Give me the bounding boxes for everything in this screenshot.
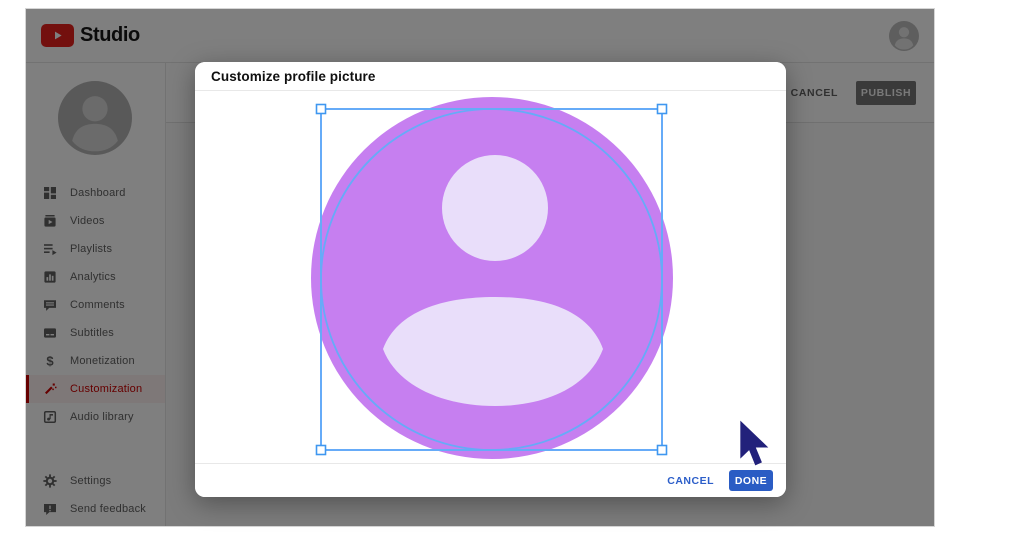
dialog-done-button[interactable]: DONE [729, 470, 773, 491]
crop-handle-bottom-left[interactable] [315, 444, 327, 456]
dialog-cancel-button[interactable]: CANCEL [667, 475, 714, 487]
crop-handle-top-right[interactable] [656, 103, 668, 115]
dialog-header: Customize profile picture [195, 62, 786, 91]
customize-profile-picture-dialog: Customize profile picture CANCEL DONE [195, 62, 786, 497]
dialog-footer: CANCEL DONE [195, 463, 786, 497]
dialog-title: Customize profile picture [211, 68, 376, 84]
profile-picture-crop-editor [311, 97, 673, 459]
crop-handle-bottom-right[interactable] [656, 444, 668, 456]
crop-handle-top-left[interactable] [315, 103, 327, 115]
silhouette-head [442, 155, 548, 261]
